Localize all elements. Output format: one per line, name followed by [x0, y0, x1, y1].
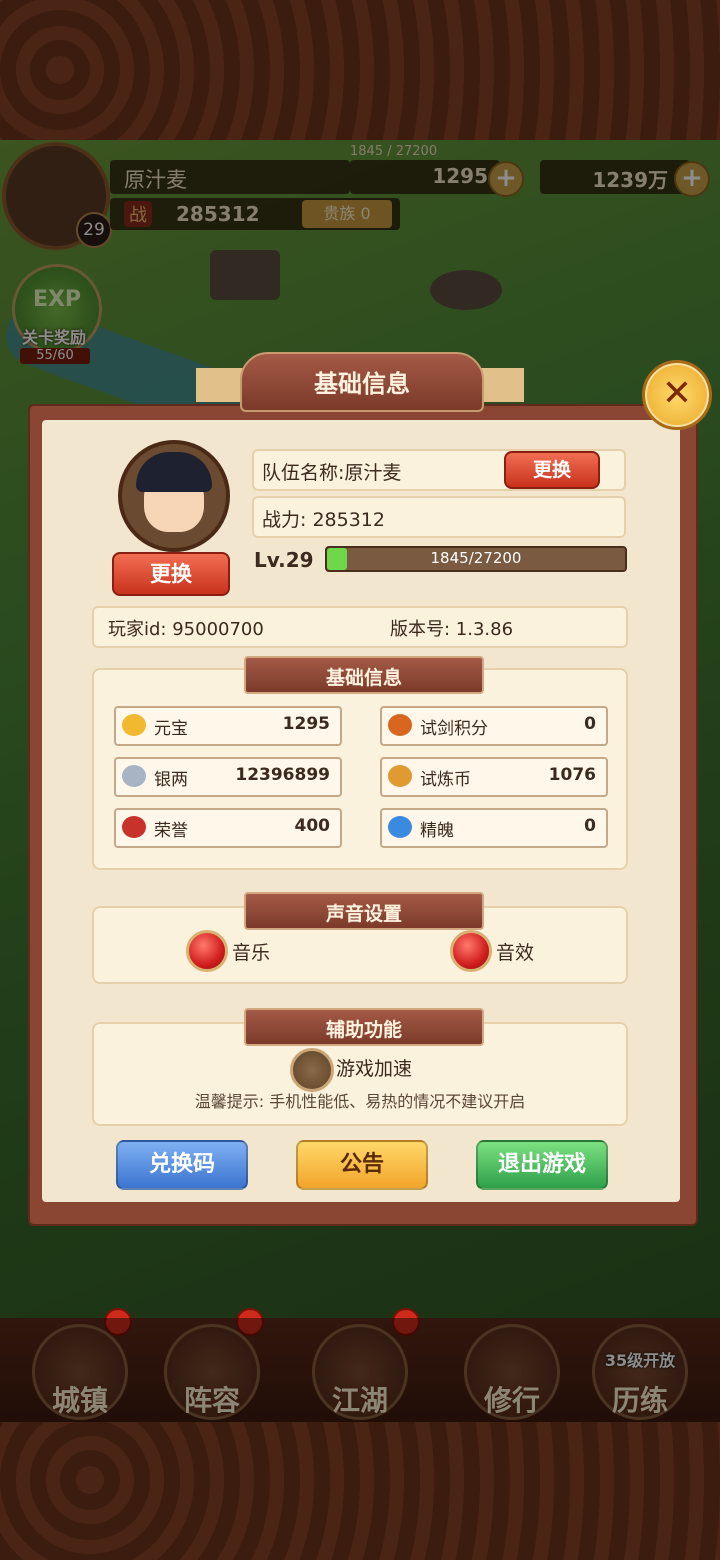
stat-sword-points: 试剑积分 0: [380, 706, 608, 746]
stat-name: 元宝: [154, 719, 188, 739]
game-speed-toggle[interactable]: [290, 1048, 334, 1092]
music-toggle[interactable]: [186, 930, 228, 972]
close-button[interactable]: ✕: [642, 360, 712, 430]
background-top: [0, 0, 720, 140]
assist-section-title-plate: 辅助功能: [244, 1008, 484, 1046]
stat-value: 0: [584, 714, 596, 734]
notice-button[interactable]: 公告: [296, 1140, 428, 1190]
sound-section-title-plate: 声音设置: [244, 892, 484, 930]
sfx-label: 音效: [496, 942, 535, 964]
sfx-toggle[interactable]: [450, 930, 492, 972]
stat-name: 银两: [154, 770, 188, 790]
exit-game-button[interactable]: 退出游戏: [476, 1140, 608, 1190]
exp-progress-bar: 1845/27200: [325, 546, 627, 572]
honor-icon: [122, 816, 146, 838]
sword-points-icon: [388, 714, 412, 736]
stat-value: 1295: [282, 714, 330, 734]
dialog-title: 基础信息: [314, 370, 410, 398]
sound-section-title: 声音设置: [325, 903, 402, 925]
stat-value: 0: [584, 816, 596, 836]
stat-name: 试炼币: [420, 770, 471, 790]
stat-spirit: 精魄 0: [380, 808, 608, 848]
gold-ingot-icon: [122, 714, 146, 736]
stat-name: 荣誉: [154, 821, 188, 841]
stat-name: 试剑积分: [420, 719, 488, 739]
assist-section-title: 辅助功能: [325, 1019, 402, 1041]
level-text: Lv.29: [254, 548, 314, 572]
performance-tip: 温馨提示: 手机性能低、易热的情况不建议开启: [194, 1092, 526, 1111]
change-name-button[interactable]: 更换: [504, 451, 600, 489]
stat-value: 1076: [548, 765, 596, 785]
avatar-hair: [136, 452, 212, 492]
stat-gold: 元宝 1295: [114, 706, 342, 746]
close-icon: ✕: [661, 373, 693, 414]
redeem-code-button[interactable]: 兑换码: [116, 1140, 248, 1190]
dialog-title-plate: 基础信息: [240, 352, 484, 412]
version-text: 版本号: 1.3.86: [390, 619, 514, 640]
change-avatar-button[interactable]: 更换: [112, 552, 230, 596]
background-bottom: [0, 1420, 720, 1560]
id-version-row: 玩家id: 95000700 版本号: 1.3.86: [92, 606, 628, 648]
stat-value: 12396899: [235, 765, 330, 785]
power-text: 战力: 285312: [262, 509, 385, 531]
spirit-icon: [388, 816, 412, 838]
team-name-text: 队伍名称:原汁麦: [262, 462, 402, 484]
stat-silver: 银两 12396899: [114, 757, 342, 797]
power-row: 战力: 285312: [252, 496, 626, 538]
stat-trial-coin: 试炼币 1076: [380, 757, 608, 797]
basic-section-title-plate: 基础信息: [244, 656, 484, 694]
game-speed-label: 游戏加速: [336, 1058, 413, 1080]
basic-section-title: 基础信息: [325, 667, 402, 689]
stat-value: 400: [294, 816, 331, 836]
player-avatar[interactable]: [118, 440, 230, 552]
player-id-text: 玩家id: 95000700: [108, 619, 264, 640]
stat-name: 精魄: [420, 821, 454, 841]
music-label: 音乐: [232, 942, 271, 964]
trial-coin-icon: [388, 765, 412, 787]
nav-dim: [0, 1318, 720, 1422]
stat-honor: 荣誉 400: [114, 808, 342, 848]
silver-ingot-icon: [122, 765, 146, 787]
exp-progress-text: 1845/27200: [430, 549, 522, 567]
